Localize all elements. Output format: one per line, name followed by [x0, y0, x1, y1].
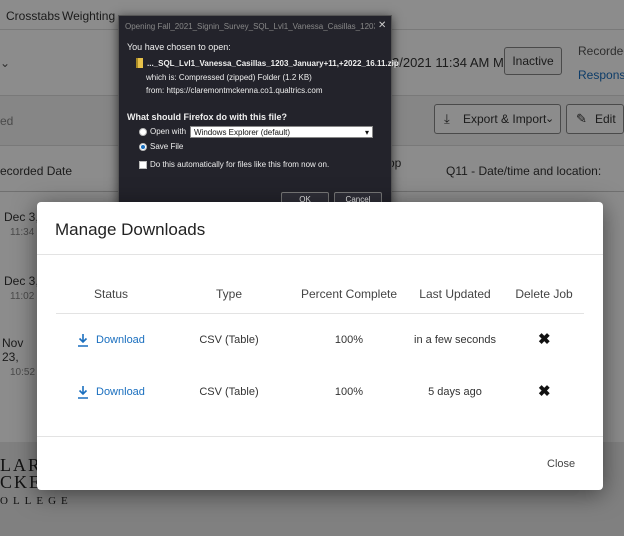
- header-type: Type: [215, 287, 242, 301]
- dialog-filename: ..._SQL_Lvl1_Vanessa_Casillas_1203_Janua…: [147, 59, 399, 68]
- open-with-select[interactable]: Windows Explorer (default) ▾: [190, 126, 373, 138]
- dialog-source: from: https://claremontmckenna.co1.qualt…: [146, 86, 323, 95]
- open-with-radio[interactable]: [139, 128, 147, 136]
- delete-job-icon[interactable]: ✖: [538, 330, 551, 348]
- divider: [56, 313, 584, 314]
- dialog-intro: You have chosen to open:: [127, 42, 231, 52]
- save-file-label: Save File: [150, 142, 184, 151]
- download-icon[interactable]: [77, 333, 89, 347]
- divider: [37, 436, 603, 437]
- job-updated: 5 days ago: [428, 386, 482, 398]
- auto-label: Do this automatically for files like thi…: [150, 160, 330, 169]
- save-file-radio[interactable]: [139, 143, 147, 151]
- dialog-question: What should Firefox do with this file?: [127, 112, 287, 122]
- delete-job-icon[interactable]: ✖: [538, 382, 551, 400]
- open-with-value: Windows Explorer (default): [194, 128, 291, 137]
- download-link[interactable]: Download: [96, 386, 145, 398]
- manage-downloads-modal: Manage Downloads Status Type Percent Com…: [37, 202, 603, 490]
- job-type: CSV (Table): [199, 334, 259, 346]
- header-percent: Percent Complete: [300, 287, 398, 301]
- open-with-label: Open with: [150, 127, 187, 136]
- close-icon[interactable]: ✕: [378, 20, 386, 31]
- job-percent: 100%: [334, 334, 364, 346]
- download-link[interactable]: Download: [96, 334, 145, 346]
- dialog-filetype: which is: Compressed (zipped) Folder (1.…: [146, 73, 312, 82]
- divider: [37, 254, 603, 255]
- chevron-down-icon: ▾: [364, 128, 369, 137]
- job-updated: in a few seconds: [414, 334, 496, 346]
- header-delete: Delete Job: [515, 287, 573, 301]
- close-button[interactable]: Close: [547, 458, 575, 470]
- zip-file-icon: [136, 58, 143, 68]
- header-updated: Last Updated: [419, 287, 491, 301]
- job-percent: 100%: [334, 386, 364, 398]
- download-icon[interactable]: [77, 385, 89, 399]
- auto-checkbox[interactable]: [139, 161, 147, 169]
- modal-title: Manage Downloads: [55, 220, 206, 239]
- job-type: CSV (Table): [199, 386, 259, 398]
- firefox-download-dialog: Opening Fall_2021_Signin_Survey_SQL_Lvl1…: [118, 15, 399, 213]
- header-status: Status: [93, 287, 129, 301]
- dialog-title: Opening Fall_2021_Signin_Survey_SQL_Lvl1…: [125, 22, 375, 31]
